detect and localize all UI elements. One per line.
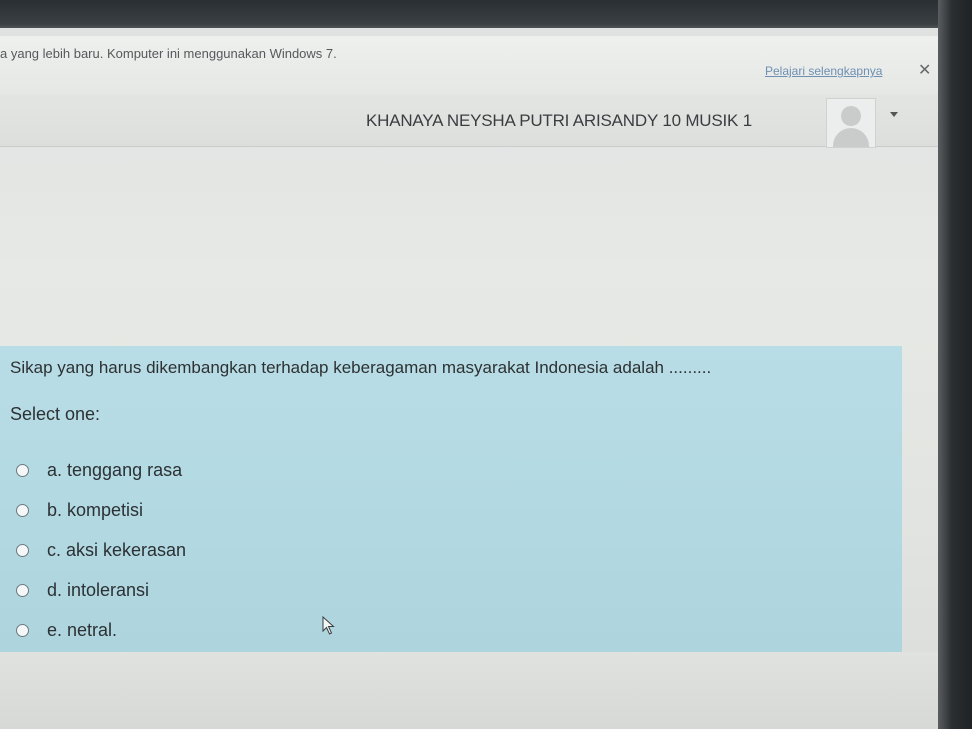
- mouse-cursor-icon: [322, 616, 335, 635]
- option-label: b. kompetisi: [47, 499, 144, 520]
- page-header: KHANAYA NEYSHA PUTRI ARISANDY 10 MUSIK 1: [0, 94, 940, 148]
- option-b[interactable]: b. kompetisi: [16, 498, 143, 522]
- question-card: Sikap yang harus dikembangkan terhadap k…: [0, 346, 902, 652]
- option-label: e. netral.: [47, 619, 118, 640]
- option-c[interactable]: c. aksi kekerasan: [16, 538, 186, 562]
- radio-button-icon[interactable]: [16, 583, 29, 597]
- page-footer-area: [0, 652, 940, 729]
- question-text: Sikap yang harus dikembangkan terhadap k…: [10, 358, 712, 377]
- user-name: KHANAYA NEYSHA PUTRI ARISANDY 10 MUSIK 1: [366, 111, 752, 130]
- option-d[interactable]: d. intoleransi: [16, 578, 149, 602]
- browser-viewport: a yang lebih baru. Komputer ini mengguna…: [0, 28, 940, 729]
- windows-7-notification-bar: a yang lebih baru. Komputer ini mengguna…: [0, 36, 940, 96]
- select-one-prompt: Select one:: [10, 404, 101, 424]
- option-e[interactable]: e. netral.: [16, 618, 117, 642]
- notification-message: a yang lebih baru. Komputer ini mengguna…: [0, 46, 337, 61]
- avatar-shoulders-shape: [833, 128, 869, 147]
- close-icon[interactable]: ✕: [918, 60, 931, 80]
- user-avatar-icon[interactable]: [826, 98, 876, 148]
- monitor-bezel-right: [938, 0, 972, 729]
- radio-button-icon[interactable]: [16, 463, 29, 477]
- radio-button-icon[interactable]: [16, 503, 29, 517]
- radio-button-icon[interactable]: [16, 623, 29, 637]
- radio-button-icon[interactable]: [16, 543, 29, 557]
- caret-down-icon[interactable]: [890, 112, 898, 117]
- option-label: c. aksi kekerasan: [47, 539, 187, 560]
- option-label: a. tenggang rasa: [47, 459, 183, 480]
- option-a[interactable]: a. tenggang rasa: [16, 458, 182, 482]
- learn-more-link[interactable]: Pelajari selengkapnya: [765, 64, 882, 78]
- avatar-head-shape: [841, 106, 861, 126]
- option-label: d. intoleransi: [47, 579, 150, 600]
